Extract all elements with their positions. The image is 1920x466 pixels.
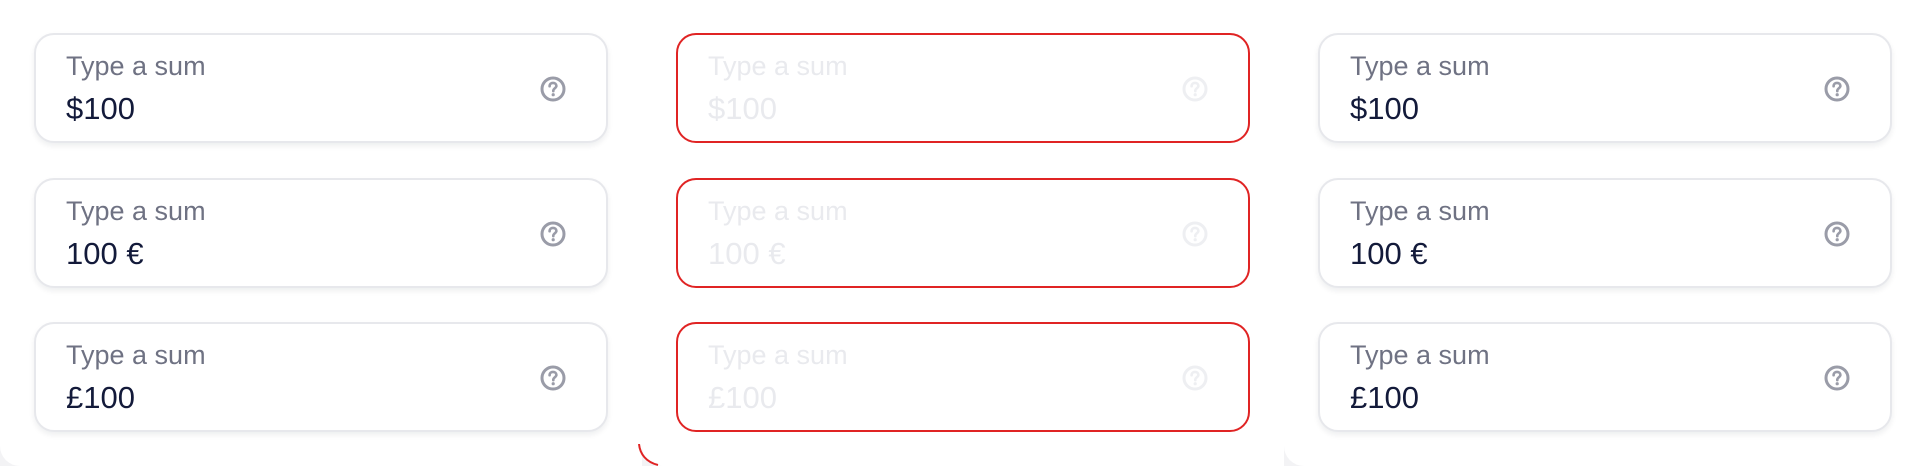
help-circle-icon[interactable] [540, 365, 566, 391]
field-label: Type a sum [1350, 340, 1490, 370]
help-circle-icon[interactable] [1824, 76, 1850, 102]
column-default-1: Type a sum $100 Type a sum 100 € Type a … [0, 0, 642, 466]
help-circle-icon[interactable] [540, 221, 566, 247]
field-value: $100 [708, 91, 777, 126]
field-value: $100 [66, 91, 135, 126]
field-value: 100 € [1350, 236, 1428, 271]
sum-input-dollar[interactable]: Type a sum $100 [34, 33, 608, 143]
field-value: 100 € [708, 236, 786, 271]
sum-input-euro[interactable]: Type a sum 100 € [1318, 178, 1892, 288]
field-value: $100 [1350, 91, 1419, 126]
help-circle-icon[interactable] [1824, 365, 1850, 391]
page: Type a sum $100 Type a sum 100 € Type a … [0, 0, 1920, 466]
field-label: Type a sum [708, 340, 848, 370]
error-outline-fragment [638, 444, 659, 466]
help-circle-icon [1182, 221, 1208, 247]
field-label: Type a sum [708, 196, 848, 226]
field-label: Type a sum [708, 51, 848, 81]
sum-input-pound[interactable]: Type a sum £100 [34, 322, 608, 432]
field-value: £100 [66, 380, 135, 415]
field-value: £100 [708, 380, 777, 415]
column-error-disabled: Type a sum $100 Type a sum 100 € Type a … [642, 0, 1284, 466]
field-label: Type a sum [66, 340, 206, 370]
field-value: 100 € [66, 236, 144, 271]
help-circle-icon[interactable] [1824, 221, 1850, 247]
field-label: Type a sum [1350, 196, 1490, 226]
field-value: £100 [1350, 380, 1419, 415]
sum-input-pound[interactable]: Type a sum £100 [1318, 322, 1892, 432]
sum-input-euro-error: Type a sum 100 € [676, 178, 1250, 288]
help-circle-icon [1182, 365, 1208, 391]
field-label: Type a sum [66, 196, 206, 226]
help-circle-icon[interactable] [540, 76, 566, 102]
help-circle-icon [1182, 76, 1208, 102]
column-default-2: Type a sum $100 Type a sum 100 € Type a … [1284, 0, 1920, 466]
sum-input-euro[interactable]: Type a sum 100 € [34, 178, 608, 288]
field-label: Type a sum [1350, 51, 1490, 81]
field-label: Type a sum [66, 51, 206, 81]
sum-input-pound-error: Type a sum £100 [676, 322, 1250, 432]
sum-input-dollar[interactable]: Type a sum $100 [1318, 33, 1892, 143]
sum-input-dollar-error: Type a sum $100 [676, 33, 1250, 143]
